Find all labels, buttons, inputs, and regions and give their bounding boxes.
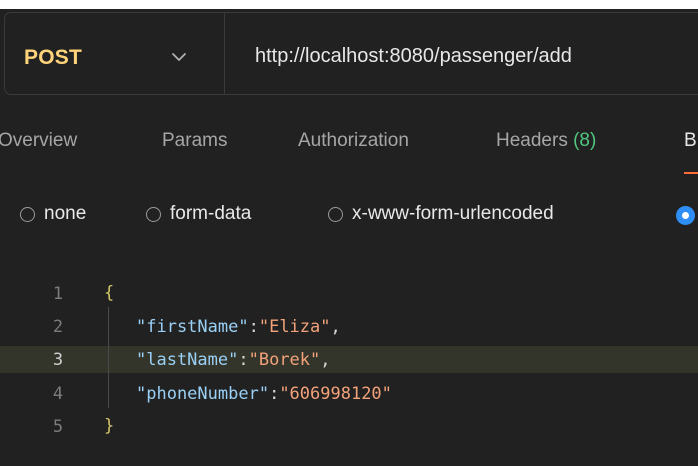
tab-authorization[interactable]: Authorization: [298, 130, 409, 152]
radio-selected-icon[interactable]: [676, 206, 695, 225]
code-editor[interactable]: 1 { 2 "firstName":"Eliza", 3 "lastName":…: [0, 276, 698, 466]
editor-line: 2 "firstName":"Eliza",: [0, 313, 698, 340]
body-type-none[interactable]: none: [20, 203, 86, 225]
body-type-urlencoded-label: x-www-form-urlencoded: [352, 203, 554, 224]
radio-icon[interactable]: [328, 206, 343, 222]
line-number: 2: [52, 317, 64, 337]
radio-icon[interactable]: [20, 206, 35, 222]
chevron-down-icon[interactable]: [170, 50, 188, 64]
indent-guide: [108, 307, 109, 408]
body-type-form-data-label: form-data: [170, 203, 252, 224]
line-number: 4: [52, 384, 64, 404]
editor-line: 4 "phoneNumber":"606998120": [0, 380, 698, 407]
body-type-none-label: none: [44, 203, 87, 224]
tab-headers-label: Headers: [496, 130, 568, 151]
headers-count-badge: (8): [573, 130, 597, 151]
tab-params[interactable]: Params: [162, 130, 227, 152]
body-type-urlencoded[interactable]: x-www-form-urlencoded: [328, 203, 554, 225]
json-open-brace: {: [104, 283, 115, 303]
tab-body-active-indicator: [684, 172, 698, 174]
window-top-edge: [0, 0, 698, 9]
json-property: "firstName":"Eliza",: [136, 317, 341, 337]
line-number: 1: [52, 284, 64, 304]
url-input[interactable]: http://localhost:8080/passenger/add: [255, 45, 572, 68]
json-property: "lastName":"Borek",: [136, 350, 331, 370]
tab-overview[interactable]: Overview: [0, 130, 77, 152]
json-property: "phoneNumber":"606998120": [136, 384, 392, 404]
tab-body[interactable]: B: [684, 130, 697, 152]
line-number: 5: [52, 417, 64, 437]
body-type-form-data[interactable]: form-data: [146, 203, 251, 225]
editor-line-active: 3 "lastName":"Borek",: [0, 346, 698, 373]
url-bar-divider: [224, 13, 225, 94]
editor-line: 1 {: [0, 280, 698, 307]
method-select[interactable]: POST: [24, 46, 82, 70]
json-close-brace: }: [104, 416, 115, 436]
tab-headers[interactable]: Headers (8): [496, 130, 596, 152]
editor-line: 5 }: [0, 413, 698, 440]
line-number: 3: [52, 350, 64, 370]
radio-icon[interactable]: [146, 206, 161, 222]
